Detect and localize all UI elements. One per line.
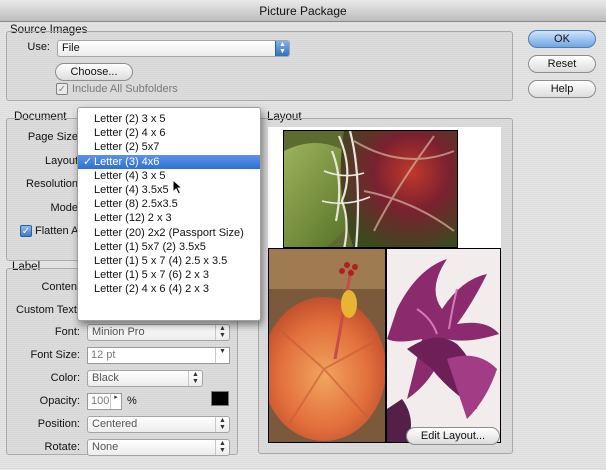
rotate-label: Rotate: [44, 441, 80, 453]
position-select-value: Centered [92, 418, 138, 430]
updown-arrows-icon: ▲ ▼ [215, 325, 229, 340]
layout-menu-item-selected[interactable]: ✓ Letter (3) 4x6 [78, 154, 260, 169]
layout-dropdown-menu[interactable]: Letter (2) 3 x 5 Letter (2) 4 x 6 Letter… [77, 107, 261, 321]
page-size-label: Page Size [27, 131, 78, 143]
font-size-value: 12 pt [91, 349, 116, 361]
resolution-label: Resolution [26, 178, 78, 190]
color-select[interactable]: Black ▲ ▼ [87, 370, 203, 387]
choose-button[interactable]: Choose... [55, 63, 133, 81]
font-select[interactable]: Minion Pro ▲ ▼ [87, 324, 230, 341]
flatten-layers-label: Flatten A [35, 225, 79, 237]
layout-menu-item[interactable]: Letter (4) 3.5x5 [78, 183, 260, 197]
color-swatch[interactable] [211, 391, 229, 406]
position-label: Position: [37, 418, 80, 430]
layout-menu-item-label: Letter (12) 2 x 3 [94, 212, 172, 225]
edit-layout-button[interactable]: Edit Layout... [406, 427, 500, 445]
layout-menu-item-label: Letter (8) 2.5x3.5 [94, 198, 178, 211]
updown-arrows-icon: ▲ ▼ [275, 41, 289, 56]
layout-menu-item-label: Letter (2) 3 x 5 [94, 113, 166, 125]
dialog-body: Source Images Use: File ▲ ▼ Choose... ✓ I… [0, 22, 606, 470]
font-select-value: Minion Pro [92, 326, 145, 338]
position-select[interactable]: Centered ▲ ▼ [87, 416, 230, 433]
layout-menu-item[interactable]: Letter (2) 5x7 [78, 140, 260, 154]
custom-text-label: Custom Text: [16, 304, 80, 316]
updown-arrows-icon: ▲ ▼ [215, 440, 229, 455]
layout-menu-item[interactable]: Letter (8) 2.5x3.5 [78, 197, 260, 211]
checkmark-icon: ✓ [83, 155, 93, 168]
updown-arrows-icon: ▲ ▼ [188, 371, 202, 386]
layout-menu-item-label: Letter (20) 2x2 (Passport Size) [94, 226, 244, 239]
use-select[interactable]: File ▲ ▼ [57, 40, 290, 57]
layout-menu-item-label: Letter (1) 5x7 (2) 3.5x5 [94, 240, 206, 253]
color-select-value: Black [92, 372, 119, 384]
layout-menu-item-label: Letter (2) 4 x 6 (4) 2 x 3 [94, 283, 209, 296]
opacity-value: 100 [91, 395, 110, 407]
layout-preview [268, 127, 501, 443]
mode-label: Mode [50, 202, 78, 214]
font-size-field[interactable]: 12 pt ▼ [87, 347, 230, 364]
layout-label: Layout [44, 155, 78, 167]
rotate-select[interactable]: None ▲ ▼ [87, 439, 230, 456]
color-label: Color: [50, 372, 80, 384]
preview-photo-hibiscus [268, 248, 386, 443]
layout-menu-item[interactable]: Letter (4) 3 x 5 [78, 169, 260, 183]
use-label: Use: [27, 41, 50, 53]
window-title: Picture Package [0, 0, 606, 22]
layout-menu-item-label: Letter (4) 3.5x5 [94, 183, 169, 196]
layout-menu-item[interactable]: Letter (2) 3 x 5 [78, 112, 260, 126]
rotate-select-value: None [92, 441, 119, 453]
opacity-unit: % [127, 395, 137, 407]
layout-menu-item[interactable]: Letter (2) 4 x 6 [78, 126, 260, 140]
layout-menu-item[interactable]: Letter (20) 2x2 (Passport Size) [78, 226, 260, 240]
preview-photo-purple-flowers [386, 248, 501, 443]
layout-menu-item[interactable]: Letter (1) 5 x 7 (6) 2 x 3 [78, 268, 260, 282]
font-size-label: Font Size: [30, 349, 80, 361]
content-label: Content [41, 281, 80, 293]
layout-menu-item[interactable]: Letter (1) 5x7 (2) 3.5x5 [78, 240, 260, 254]
layout-menu-item-label: Letter (1) 5 x 7 (4) 2.5 x 3.5 [94, 254, 228, 267]
reset-button[interactable]: Reset [528, 55, 596, 73]
preview-photo-leaf [283, 130, 458, 248]
layout-menu-item[interactable]: Letter (2) 4 x 6 (4) 2 x 3 [78, 282, 260, 296]
font-label: Font: [54, 326, 80, 338]
layout-menu-item-label: Letter (4) 3 x 5 [94, 169, 166, 182]
chevron-down-icon[interactable]: ▼ [215, 348, 229, 363]
ok-button[interactable]: OK [528, 30, 596, 48]
updown-arrows-icon: ▲ ▼ [215, 417, 229, 432]
help-button[interactable]: Help [528, 80, 596, 98]
opacity-label: Opacity: [39, 395, 80, 407]
layout-menu-item-label: Letter (2) 5x7 [94, 141, 160, 154]
use-select-value: File [62, 42, 80, 54]
include-subfolders-checkbox[interactable]: ✓ [56, 83, 68, 95]
layout-menu-item-label: Letter (1) 5 x 7 (6) 2 x 3 [94, 269, 209, 282]
include-subfolders-label: Include All Subfolders [72, 83, 178, 95]
opacity-field[interactable]: 100 ▸ [87, 393, 122, 410]
flatten-layers-checkbox[interactable]: ✓ [20, 225, 32, 237]
chevron-right-icon[interactable]: ▸ [110, 394, 121, 409]
layout-menu-item[interactable]: Letter (1) 5 x 7 (4) 2.5 x 3.5 [78, 254, 260, 268]
layout-menu-item-label: Letter (2) 4 x 6 [94, 127, 166, 140]
mouse-pointer-icon [172, 179, 184, 195]
layout-menu-item-label: Letter (3) 4x6 [94, 155, 160, 168]
layout-menu-item[interactable]: Letter (12) 2 x 3 [78, 211, 260, 225]
